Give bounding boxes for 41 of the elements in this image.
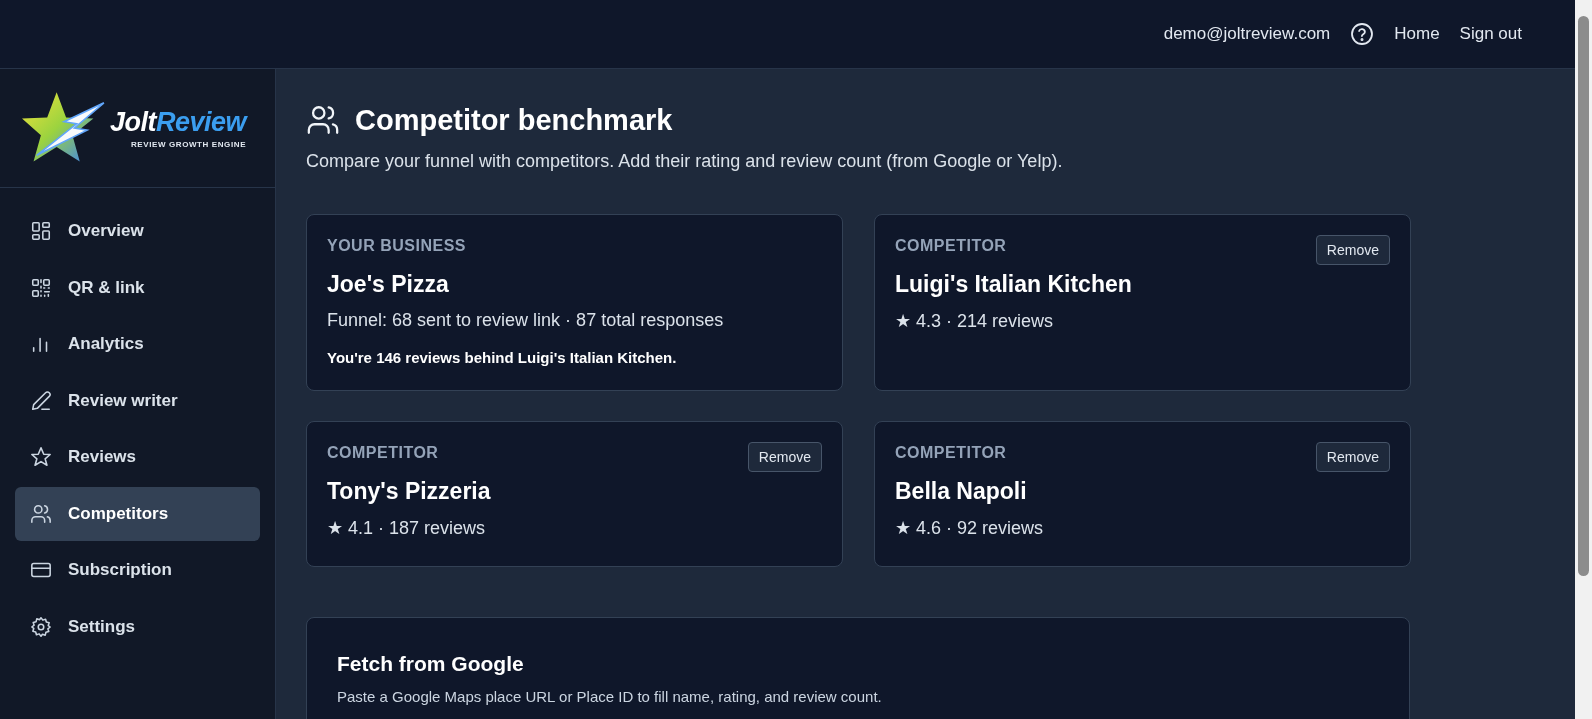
remove-button[interactable]: Remove bbox=[1315, 442, 1390, 472]
panel-title: Fetch from Google bbox=[337, 652, 525, 676]
comparison-note: You're 146 reviews behind Luigi's Italian Kitchen. bbox=[327, 349, 678, 366]
business-name: Joe's Pizza bbox=[327, 271, 450, 298]
sidebar-item[interactable]: QR & link bbox=[15, 260, 260, 315]
business-name: Tony's Pizzeria bbox=[327, 478, 492, 505]
star-icon bbox=[30, 446, 52, 468]
business-name: Luigi's Italian Kitchen bbox=[895, 271, 1133, 298]
sidebar-item[interactable]: Subscription bbox=[15, 543, 260, 597]
user-email: demo@joltreview.com bbox=[1163, 24, 1331, 44]
users-icon bbox=[30, 502, 52, 525]
remove-button[interactable]: Remove bbox=[747, 442, 822, 472]
card-detail: ★ 4.3 · 214 reviews bbox=[895, 310, 1055, 332]
card-label: COMPETITOR bbox=[327, 444, 439, 462]
page-subtitle: Compare your funnel with competitors. Add their rating and review count (from Google or Yelp). bbox=[306, 151, 1064, 172]
card-detail: ★ 4.1 · 187 reviews bbox=[327, 517, 487, 539]
sidebar-item[interactable]: Overview bbox=[15, 204, 260, 258]
card-label: COMPETITOR bbox=[895, 237, 1007, 255]
panel-description: Paste a Google Maps place URL or Place ID to fill name, rating, and review count. bbox=[337, 688, 883, 705]
qr-code-icon bbox=[30, 276, 52, 299]
sidebar-item[interactable]: Analytics bbox=[15, 317, 260, 371]
nav-link[interactable]: Sign out bbox=[1459, 24, 1522, 44]
card-detail: ★ 4.6 · 92 reviews bbox=[895, 517, 1045, 539]
users-icon bbox=[306, 103, 340, 137]
brand-name: JoltReview bbox=[110, 107, 247, 138]
page-title: Competitor benchmark bbox=[355, 103, 673, 137]
pen-icon bbox=[30, 389, 52, 412]
sidebar-item[interactable]: Settings bbox=[15, 599, 260, 654]
business-name: Bella Napoli bbox=[895, 478, 1028, 505]
sidebar-item[interactable]: Competitors bbox=[15, 486, 260, 541]
sidebar-item[interactable]: Reviews bbox=[15, 430, 260, 484]
nav-link[interactable]: Home bbox=[1394, 24, 1440, 44]
sidebar-item[interactable]: Review writer bbox=[15, 373, 260, 428]
card-detail: Funnel: 68 sent to review link · 87 total responses bbox=[327, 310, 725, 331]
card-label: YOUR BUSINESS bbox=[327, 237, 466, 255]
brand-tagline: REVIEW GROWTH ENGINE bbox=[130, 140, 247, 149]
grid-icon bbox=[30, 220, 52, 242]
settings-icon bbox=[30, 615, 52, 638]
card-label: COMPETITOR bbox=[895, 444, 1007, 462]
remove-button[interactable]: Remove bbox=[1315, 235, 1390, 265]
help-icon[interactable] bbox=[1350, 22, 1375, 46]
